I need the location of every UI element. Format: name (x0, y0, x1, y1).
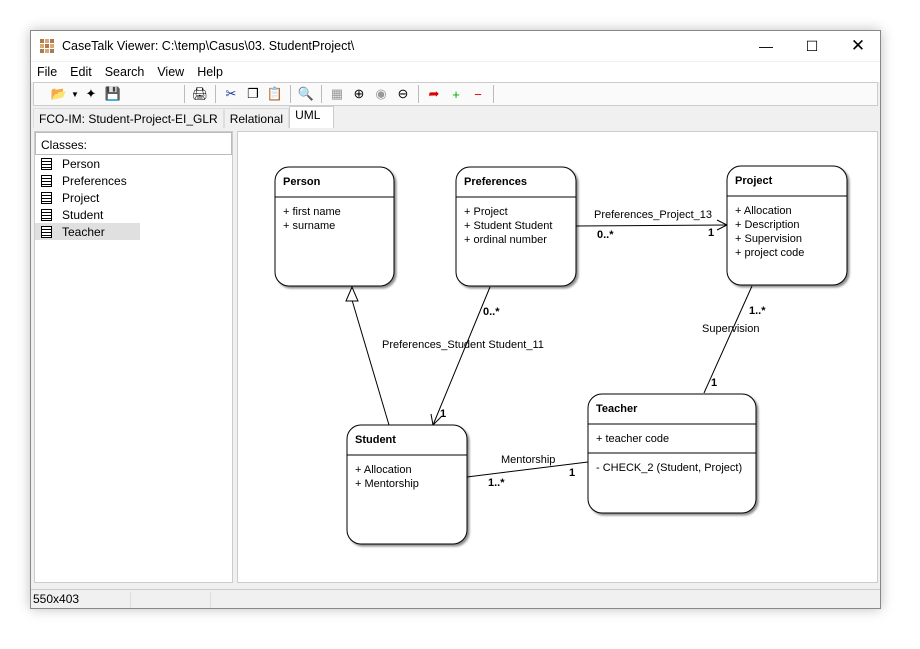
class-attribute: + Mentorship (355, 478, 419, 490)
class-attribute: + Student Student (464, 220, 552, 232)
inheritance-line[interactable] (351, 299, 390, 426)
class-name: Teacher (596, 403, 638, 415)
class-attribute: + surname (283, 220, 335, 232)
uml-class-preferences[interactable]: Preferences + Project + Student Student + o… (455, 166, 577, 287)
class-attribute: + first name (283, 206, 341, 218)
class-name: Preferences (464, 176, 527, 188)
uml-class-student[interactable]: Student + Allocation + Mentorship (346, 424, 468, 545)
class-attribute: + Allocation (355, 464, 412, 476)
class-attribute: + teacher code (596, 433, 669, 445)
multiplicity: 1 (708, 227, 714, 239)
association-label: Supervision (702, 323, 759, 335)
class-attribute: + Description (735, 219, 800, 231)
multiplicity: 1 (440, 408, 446, 420)
association-line[interactable] (575, 224, 728, 227)
class-attribute: + Project (464, 206, 508, 218)
association-label: Preferences_Student Student_11 (382, 339, 544, 351)
association-label: Mentorship (501, 454, 555, 466)
association-label: Preferences_Project_13 (594, 209, 712, 221)
class-attribute: + project code (735, 247, 804, 259)
class-name: Project (735, 175, 773, 187)
uml-class-project[interactable]: Project + Allocation + Description + Superv… (726, 165, 848, 286)
uml-class-teacher[interactable]: Teacher + teacher code - CHECK_2 (Student,… (587, 393, 757, 514)
multiplicity: 0..* (597, 229, 614, 241)
inheritance-arrowhead (345, 285, 359, 302)
class-name: Student (355, 434, 396, 446)
class-attribute: + Allocation (735, 205, 792, 217)
class-attribute: + Supervision (735, 233, 802, 245)
class-operation: - CHECK_2 (Student, Project) (596, 462, 742, 474)
class-attribute: + ordinal number (464, 234, 547, 246)
uml-class-person[interactable]: Person + first name + surname (274, 166, 395, 287)
class-name: Person (283, 176, 321, 188)
multiplicity: 0..* (483, 306, 500, 318)
multiplicity: 1..* (749, 305, 766, 317)
multiplicity: 1 (569, 467, 575, 479)
association-line[interactable] (432, 286, 491, 426)
multiplicity: 1 (711, 377, 717, 389)
multiplicity: 1..* (488, 477, 505, 489)
uml-diagram: Preferences_Project_13 0..* 1 Preference… (274, 165, 848, 545)
